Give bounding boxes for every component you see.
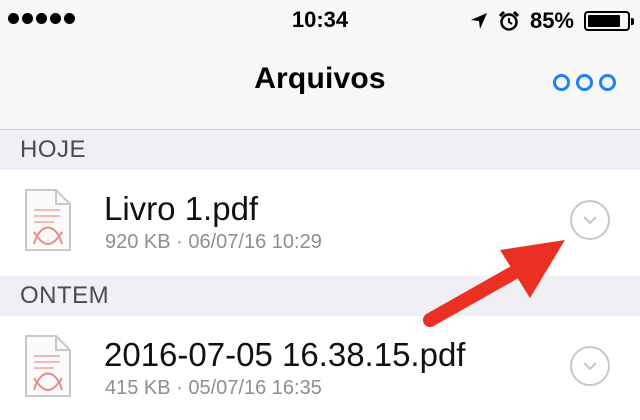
file-meta: 415 KB · 05/07/16 16:35	[105, 377, 322, 399]
navigation-bar: Arquivos	[0, 40, 640, 130]
section-header-today: HOJE	[0, 130, 640, 170]
file-row[interactable]: 2016-07-05 16.38.15.pdf 415 KB · 05/07/1…	[0, 316, 640, 420]
page-title: Arquivos	[254, 62, 386, 95]
chevron-down-icon	[583, 216, 597, 225]
file-name: 2016-07-05 16.38.15.pdf	[104, 336, 466, 373]
battery-percentage: 85%	[529, 8, 574, 33]
file-row[interactable]: Livro 1.pdf 920 KB · 06/07/16 10:29	[0, 170, 640, 274]
more-options-button[interactable]	[553, 74, 616, 91]
file-name: Livro 1.pdf	[104, 190, 259, 227]
battery-icon	[584, 11, 634, 31]
chevron-down-icon	[583, 362, 597, 371]
file-meta: 920 KB · 06/07/16 10:29	[105, 231, 322, 253]
status-bar: 10:34 85%	[0, 0, 640, 40]
pdf-file-icon	[25, 335, 71, 397]
file-options-button[interactable]	[570, 346, 610, 386]
section-header-yesterday: ONTEM	[0, 276, 640, 316]
file-options-button[interactable]	[570, 200, 610, 240]
status-indicators: 85%	[470, 8, 634, 34]
location-arrow-icon	[470, 13, 487, 29]
alarm-clock-icon	[498, 10, 520, 31]
pdf-file-icon	[25, 189, 71, 251]
ellipsis-icon	[553, 74, 570, 91]
